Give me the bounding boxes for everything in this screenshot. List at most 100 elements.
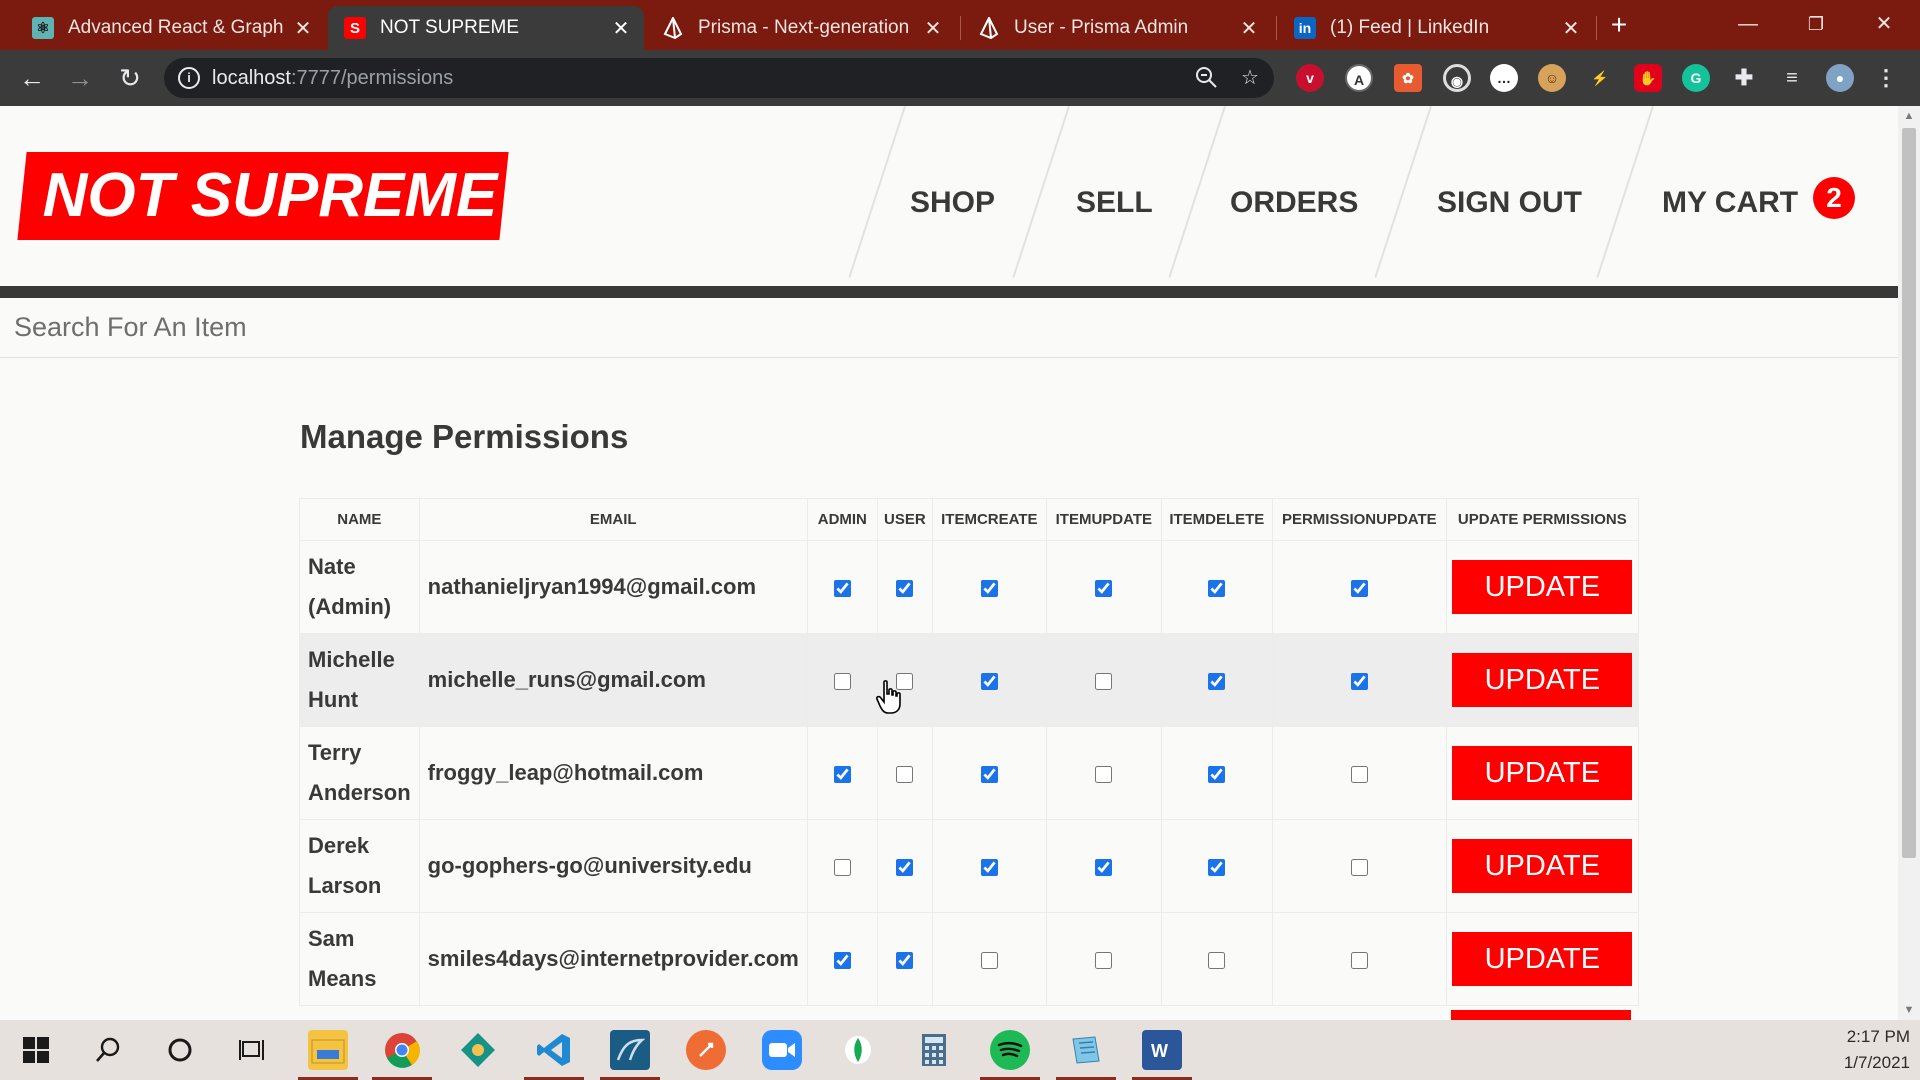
word-icon[interactable]: W — [1142, 1030, 1182, 1070]
permission-checkbox-itemcreate[interactable] — [980, 765, 998, 783]
close-icon[interactable]: ✕ — [1560, 16, 1582, 41]
permission-checkbox-itemcreate[interactable] — [980, 672, 998, 690]
permission-checkbox-itemupdate[interactable] — [1095, 579, 1113, 597]
zoom-icon[interactable] — [762, 1030, 802, 1070]
site-info-icon[interactable]: i — [178, 67, 200, 89]
permission-checkbox-itemupdate[interactable] — [1095, 858, 1113, 876]
permission-checkbox-admin[interactable] — [833, 858, 851, 876]
grammarly-icon[interactable]: G — [1682, 64, 1710, 92]
scroll-up-icon[interactable]: ▲ — [1898, 106, 1920, 126]
permission-cell — [931, 540, 1047, 634]
tab-advanced-react[interactable]: ⚛ Advanced React & GraphQL ✕ — [16, 6, 326, 50]
nav-shop[interactable]: SHOP — [910, 166, 995, 240]
permission-checkbox-itemcreate[interactable] — [980, 951, 998, 969]
update-button[interactable]: UPDATE — [1452, 746, 1633, 800]
restore-icon[interactable]: ❐ — [1786, 6, 1846, 42]
media-control-icon[interactable]: ≡ — [1778, 64, 1806, 92]
extension-icon[interactable]: … — [1490, 64, 1518, 92]
close-icon[interactable]: ✕ — [292, 16, 314, 41]
spotify-icon[interactable] — [990, 1030, 1030, 1070]
gitkraken-icon[interactable] — [458, 1030, 498, 1070]
permission-checkbox-user[interactable] — [896, 951, 914, 969]
scroll-down-icon[interactable]: ▼ — [1898, 1000, 1920, 1020]
permission-checkbox-itemcreate[interactable] — [980, 858, 998, 876]
permission-checkbox-itemdelete[interactable] — [1208, 858, 1226, 876]
permission-checkbox-itemdelete[interactable] — [1208, 765, 1226, 783]
extension-icon[interactable]: v — [1296, 64, 1324, 92]
permission-checkbox-itemupdate[interactable] — [1095, 672, 1113, 690]
extension-icon[interactable]: ✋ — [1634, 64, 1662, 92]
update-button[interactable]: UPDATE — [1452, 932, 1633, 986]
permission-checkbox-itemcreate[interactable] — [980, 579, 998, 597]
address-bar[interactable]: i localhost:7777/permissions ☆ — [164, 58, 1274, 98]
permission-checkbox-permissionupdate[interactable] — [1350, 579, 1368, 597]
permission-checkbox-permissionupdate[interactable] — [1350, 765, 1368, 783]
update-button[interactable]: UPDATE — [1452, 653, 1633, 707]
user-email: nathanieljryan1994@gmail.com — [418, 540, 808, 634]
scrollbar-thumb[interactable] — [1902, 128, 1916, 858]
forward-icon[interactable]: → — [62, 60, 98, 96]
permission-checkbox-user[interactable] — [896, 765, 914, 783]
permission-checkbox-admin[interactable] — [833, 579, 851, 597]
permission-checkbox-itemdelete[interactable] — [1208, 579, 1226, 597]
zoom-icon[interactable] — [1194, 66, 1218, 90]
profile-avatar[interactable]: ● — [1826, 64, 1854, 92]
chrome-icon[interactable] — [382, 1030, 422, 1070]
permission-checkbox-admin[interactable] — [833, 951, 851, 969]
page-scrollbar[interactable]: ▲ ▼ — [1898, 106, 1920, 1020]
tab-prisma-admin[interactable]: User - Prisma Admin ✕ — [962, 6, 1272, 50]
cortana-icon[interactable] — [160, 1030, 200, 1070]
start-icon[interactable] — [16, 1030, 56, 1070]
permission-checkbox-permissionupdate[interactable] — [1350, 858, 1368, 876]
tab-linkedin[interactable]: in (1) Feed | LinkedIn ✕ — [1278, 6, 1594, 50]
update-button[interactable]: UPDATE — [1452, 560, 1633, 614]
mysql-workbench-icon[interactable] — [610, 1030, 650, 1070]
search-icon[interactable] — [88, 1030, 128, 1070]
menu-icon[interactable]: ⋮ — [1872, 64, 1900, 92]
extensions-puzzle-icon[interactable]: ✚ — [1730, 64, 1758, 92]
extension-icon[interactable]: ◉ — [1443, 64, 1471, 92]
extension-icon[interactable]: ☺ — [1538, 64, 1566, 92]
permission-checkbox-user[interactable] — [896, 858, 914, 876]
extension-icon[interactable]: A — [1345, 64, 1373, 92]
reload-icon[interactable]: ↻ — [112, 60, 148, 96]
update-button[interactable] — [1451, 1010, 1631, 1020]
permission-checkbox-admin[interactable] — [833, 672, 851, 690]
system-clock[interactable]: 2:17 PM 1/7/2021 — [1820, 1024, 1910, 1076]
notepad-icon[interactable] — [1066, 1030, 1106, 1070]
window-close-icon[interactable]: ✕ — [1854, 6, 1914, 42]
vscode-icon[interactable] — [534, 1030, 574, 1070]
update-button[interactable]: UPDATE — [1452, 839, 1633, 893]
close-icon[interactable]: ✕ — [610, 16, 632, 41]
minimize-icon[interactable]: — — [1718, 6, 1778, 42]
site-logo[interactable]: NOT SUPREME — [40, 156, 500, 236]
new-tab-button[interactable]: + — [1604, 8, 1634, 42]
tab-prisma[interactable]: Prisma - Next-generation ORM ✕ — [646, 6, 956, 50]
back-icon[interactable]: ← — [14, 60, 50, 96]
bookmark-star-icon[interactable]: ☆ — [1238, 66, 1262, 90]
close-icon[interactable]: ✕ — [922, 16, 944, 41]
tab-not-supreme[interactable]: S NOT SUPREME ✕ — [328, 6, 644, 50]
calculator-icon[interactable] — [914, 1030, 954, 1070]
nav-my-cart[interactable]: MY CART — [1662, 166, 1798, 240]
permission-checkbox-itemupdate[interactable] — [1095, 765, 1113, 783]
close-icon[interactable]: ✕ — [1238, 16, 1260, 41]
nav-sell[interactable]: SELL — [1076, 166, 1153, 240]
permission-checkbox-admin[interactable] — [833, 765, 851, 783]
permission-checkbox-itemupdate[interactable] — [1095, 951, 1113, 969]
nav-sign-out[interactable]: SIGN OUT — [1437, 166, 1582, 240]
permission-checkbox-itemdelete[interactable] — [1208, 951, 1226, 969]
search-input[interactable] — [0, 298, 1898, 356]
mongodb-compass-icon[interactable] — [838, 1030, 878, 1070]
permission-checkbox-permissionupdate[interactable] — [1350, 951, 1368, 969]
file-explorer-icon[interactable] — [308, 1030, 348, 1070]
extension-icon[interactable]: ⚡ — [1586, 64, 1614, 92]
permission-checkbox-itemdelete[interactable] — [1208, 672, 1226, 690]
postman-icon[interactable] — [686, 1030, 726, 1070]
nav-orders[interactable]: ORDERS — [1230, 166, 1358, 240]
task-view-icon[interactable] — [232, 1030, 272, 1070]
permission-checkbox-permissionupdate[interactable] — [1350, 672, 1368, 690]
permission-checkbox-user[interactable] — [896, 579, 914, 597]
url-text[interactable]: localhost:7777/permissions — [212, 67, 453, 90]
extension-icon[interactable]: ✿ — [1394, 64, 1422, 92]
